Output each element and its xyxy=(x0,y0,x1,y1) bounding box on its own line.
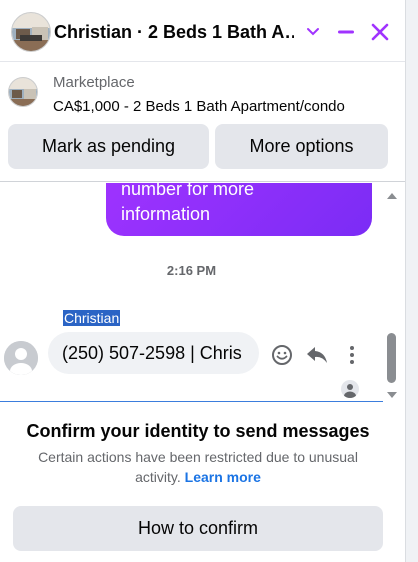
outgoing-message[interactable]: number for more information xyxy=(106,183,372,236)
message-thread[interactable]: number for more information 2:16 PM Chri… xyxy=(0,183,383,402)
confirm-title: Confirm your identity to send messages xyxy=(26,421,370,441)
scrollbar-thumb[interactable] xyxy=(387,333,396,383)
marketplace-label: Marketplace xyxy=(53,74,135,91)
listing-title[interactable]: CA$1,000 - 2 Beds 1 Bath Apartment/condo xyxy=(53,98,345,115)
reply-icon[interactable] xyxy=(305,343,329,367)
conversation-avatar[interactable] xyxy=(11,12,51,52)
outgoing-message-line: number for more xyxy=(121,183,255,199)
chevron-down-icon[interactable] xyxy=(300,18,326,46)
outgoing-message-line: information xyxy=(121,204,211,224)
window-edge xyxy=(405,0,418,562)
scroll-up-arrow-icon[interactable] xyxy=(386,187,398,205)
scroll-down-arrow-icon[interactable] xyxy=(386,386,398,404)
message-timestamp: 2:16 PM xyxy=(166,263,217,278)
how-to-confirm-button[interactable]: How to confirm xyxy=(13,506,383,551)
identity-confirmation-panel: Confirm your identity to send messages C… xyxy=(0,403,405,562)
emoji-icon[interactable] xyxy=(270,343,294,367)
thread-scrollbar[interactable] xyxy=(383,183,401,402)
minimize-icon[interactable] xyxy=(333,18,359,46)
marketplace-listing-panel: Marketplace CA$1,000 - 2 Beds 1 Bath Apa… xyxy=(0,62,405,182)
sender-name: Christian xyxy=(63,310,121,326)
seen-avatar xyxy=(341,380,359,398)
learn-more-link[interactable]: Learn more xyxy=(185,469,261,485)
sender-avatar[interactable] xyxy=(4,341,38,375)
incoming-message[interactable]: (250) 507-2598 | Chris xyxy=(48,332,259,374)
more-vertical-icon[interactable] xyxy=(340,343,364,367)
mark-as-pending-button[interactable]: Mark as pending xyxy=(8,124,209,169)
confirm-description: Certain actions have been restricted due… xyxy=(22,447,374,487)
chat-header: Christian · 2 Beds 1 Bath A… xyxy=(0,0,405,62)
listing-thumbnail[interactable] xyxy=(8,77,38,107)
close-icon[interactable] xyxy=(367,18,393,46)
conversation-title[interactable]: Christian · 2 Beds 1 Bath A… xyxy=(54,22,294,43)
more-options-button[interactable]: More options xyxy=(215,124,388,169)
